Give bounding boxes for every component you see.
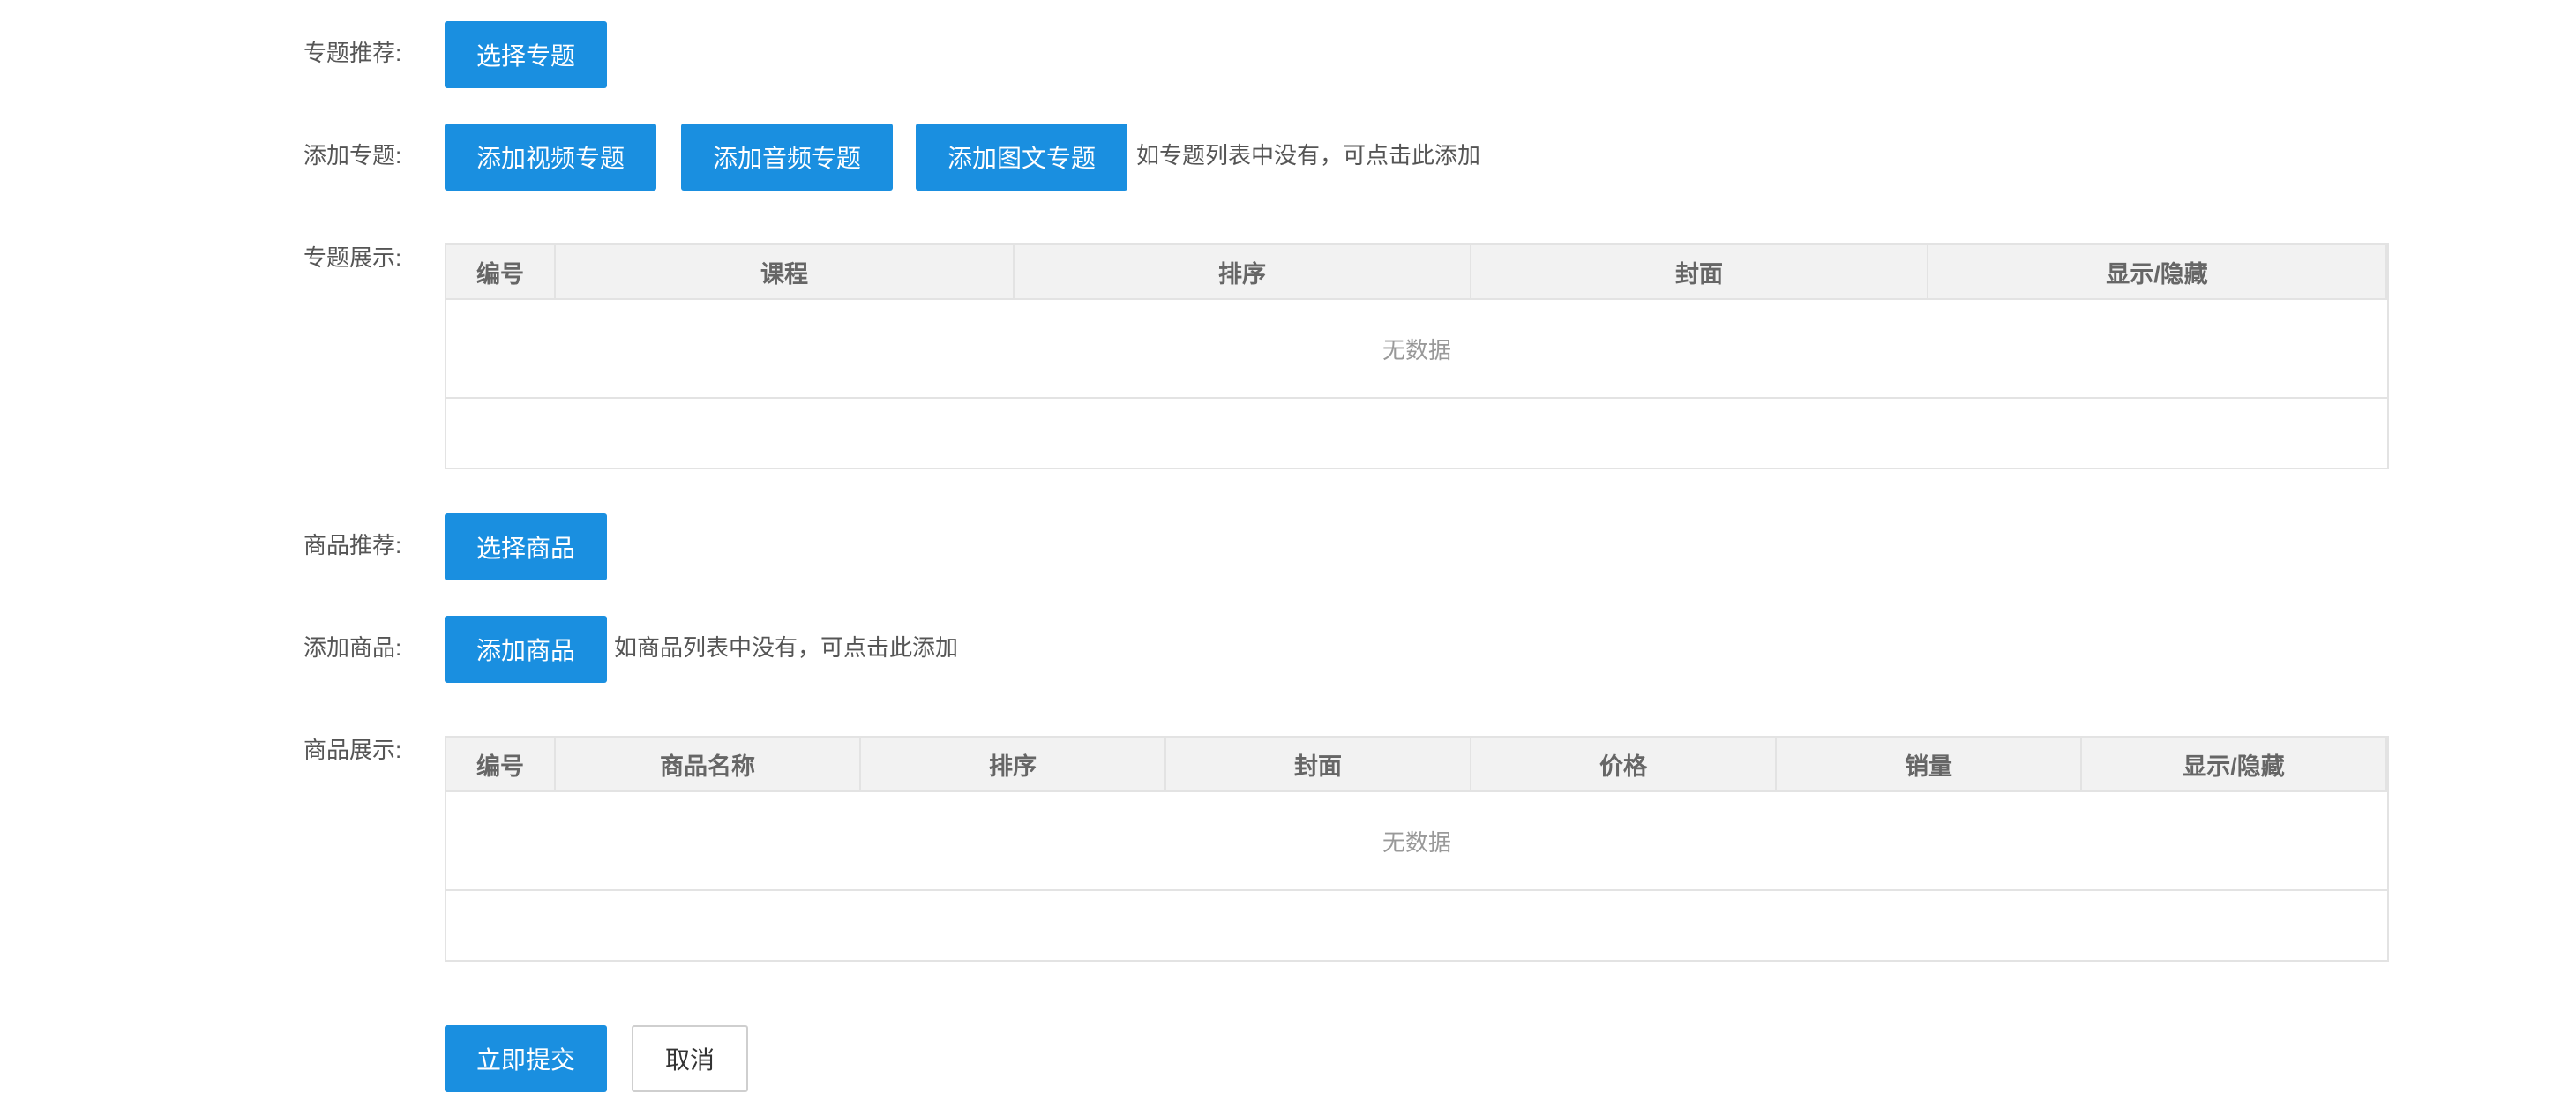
select-topic-button[interactable]: 选择专题: [445, 21, 607, 88]
column-header-id[interactable]: 编号: [446, 738, 556, 790]
topic-table: 编号 课程 排序 封面 显示/隐藏 无数据: [445, 243, 2389, 469]
topic-table-footer: [446, 399, 2387, 468]
product-table-header: 编号 商品名称 排序 封面 价格 销量 显示/隐藏: [446, 738, 2387, 792]
column-header-cover[interactable]: 封面: [1471, 245, 1928, 298]
topic-recommend-label: 专题推荐:: [303, 40, 402, 66]
select-product-button[interactable]: 选择商品: [445, 513, 607, 580]
add-audio-topic-button[interactable]: 添加音频专题: [681, 124, 893, 191]
column-header-sales[interactable]: 销量: [1777, 738, 2082, 790]
add-product-button[interactable]: 添加商品: [445, 616, 607, 683]
column-header-price[interactable]: 价格: [1471, 738, 1777, 790]
cancel-button[interactable]: 取消: [632, 1025, 748, 1092]
column-header-visibility[interactable]: 显示/隐藏: [1928, 245, 2387, 298]
column-header-id[interactable]: 编号: [446, 245, 556, 298]
column-header-sort[interactable]: 排序: [861, 738, 1166, 790]
add-topic-hint: 如专题列表中没有，可点击此添加: [1136, 142, 1481, 169]
add-article-topic-button[interactable]: 添加图文专题: [916, 124, 1127, 191]
add-topic-label: 添加专题:: [303, 142, 402, 169]
product-recommend-label: 商品推荐:: [303, 532, 402, 558]
product-table-empty: 无数据: [446, 792, 2387, 891]
column-header-cover[interactable]: 封面: [1166, 738, 1471, 790]
submit-button[interactable]: 立即提交: [445, 1025, 607, 1092]
product-table: 编号 商品名称 排序 封面 价格 销量 显示/隐藏 无数据: [445, 736, 2389, 962]
add-product-hint: 如商品列表中没有，可点击此添加: [614, 634, 959, 661]
column-header-course[interactable]: 课程: [556, 245, 1015, 298]
topic-table-header: 编号 课程 排序 封面 显示/隐藏: [446, 245, 2387, 300]
product-table-footer: [446, 891, 2387, 960]
column-header-visibility[interactable]: 显示/隐藏: [2082, 738, 2387, 790]
product-display-label: 商品展示:: [303, 737, 402, 763]
topic-table-empty: 无数据: [446, 300, 2387, 399]
column-header-sort[interactable]: 排序: [1015, 245, 1471, 298]
add-product-label: 添加商品:: [303, 634, 402, 661]
topic-display-label: 专题展示:: [303, 244, 402, 271]
column-header-product-name[interactable]: 商品名称: [556, 738, 861, 790]
add-video-topic-button[interactable]: 添加视频专题: [445, 124, 656, 191]
